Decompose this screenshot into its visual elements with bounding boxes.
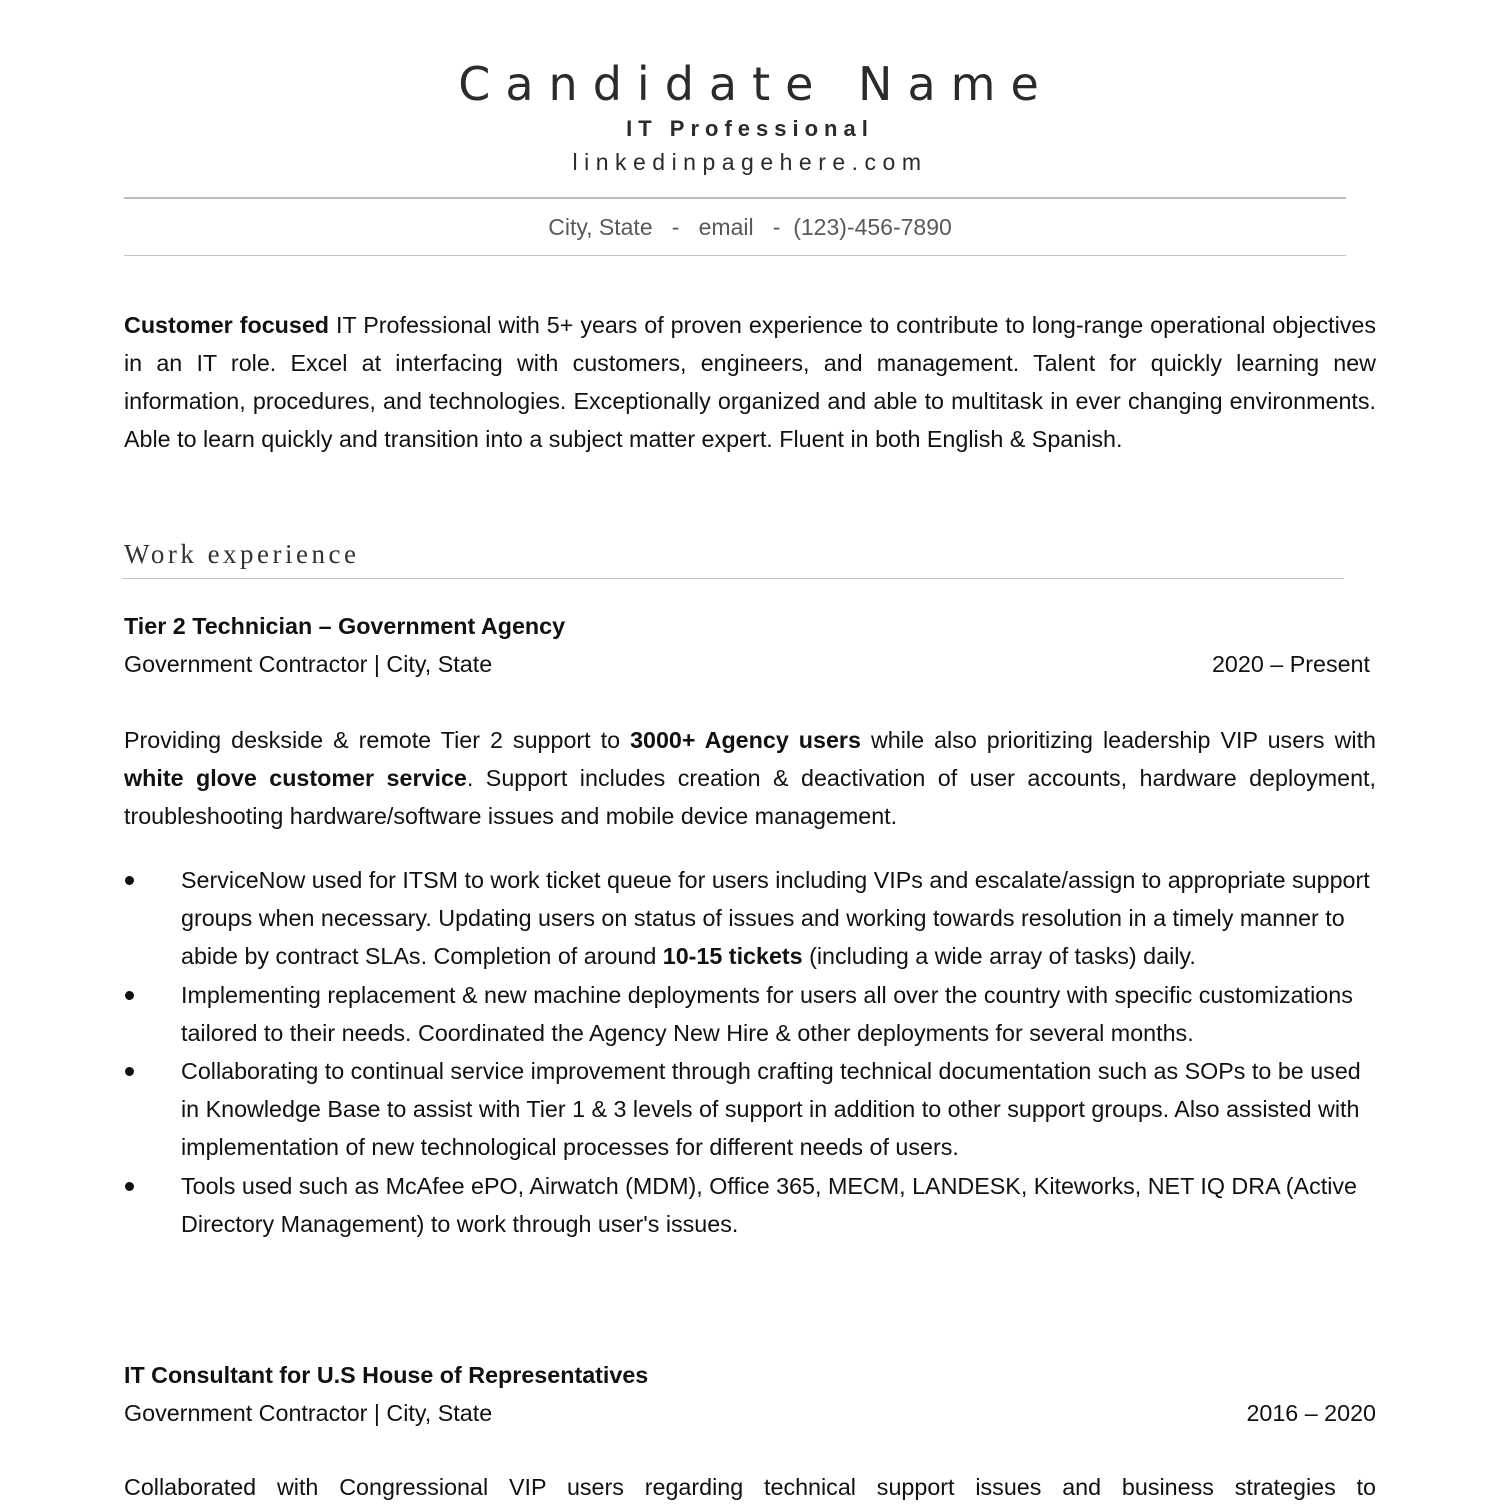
job-meta: Government Contractor | City, State 2016… (124, 1397, 1376, 1429)
job-dates: 2016 – 2020 (1246, 1400, 1376, 1426)
job-description-highlight: white glove customer service (124, 765, 467, 791)
section-heading-work-experience: Work experience (124, 539, 360, 569)
list-item: ServiceNow used for ITSM to work ticket … (124, 861, 1376, 976)
list-item: Collaborating to continual service impro… (124, 1052, 1376, 1167)
job-description: Collaborated with Congressional VIP user… (124, 1474, 1376, 1500)
job-employer: Government Contractor | City, State (124, 651, 493, 677)
contact-line: City, State - email - (123)-456-7890 (0, 211, 1500, 243)
header-divider-bottom (124, 255, 1346, 256)
bullet-text: (including a wide array of tasks) daily. (802, 943, 1196, 970)
summary-paragraph: Customer focused IT Professional with 5+… (124, 306, 1376, 458)
header-divider-top (124, 197, 1346, 199)
contact-phone: (123)-456-7890 (793, 214, 952, 240)
job-description-text: Providing deskside & remote Tier 2 suppo… (124, 727, 631, 753)
contact-separator: - (772, 214, 781, 240)
contact-email[interactable]: email (699, 214, 754, 240)
job-bullet-list: ServiceNow used for ITSM to work ticket … (124, 861, 1376, 1243)
job-description-highlight: 3000+ Agency users (630, 727, 861, 753)
bullet-highlight: 10-15 tickets (662, 943, 803, 970)
resume-page: Candidate Name IT Professional linkedinp… (0, 0, 1500, 1500)
bullet-icon (125, 990, 134, 1000)
bullet-icon (125, 1181, 134, 1191)
bullet-text: Collaborating to continual service impro… (181, 1058, 1361, 1161)
bullet-icon (125, 1067, 134, 1077)
list-item: Tools used such as McAfee ePO, Airwatch … (124, 1167, 1376, 1243)
job-title: IT Consultant for U.S House of Represent… (124, 1362, 649, 1388)
job-dates: 2020 – Present (1211, 651, 1370, 677)
job-meta: Government Contractor | City, State 2020… (124, 648, 1370, 680)
list-item: Implementing replacement & new machine d… (124, 976, 1376, 1052)
contact-separator: - (671, 214, 680, 240)
bullet-text: Implementing replacement & new machine d… (181, 981, 1353, 1046)
summary-lead: Customer focused (124, 312, 330, 338)
linkedin-link[interactable]: linkedinpagehere.com (0, 146, 1500, 178)
job-description-text: while also prioritizing leadership VIP u… (860, 727, 1377, 753)
job-description: Providing deskside & remote Tier 2 suppo… (124, 721, 1376, 835)
contact-city: City, State (548, 214, 653, 240)
bullet-icon (125, 876, 134, 885)
candidate-name: Candidate Name (458, 57, 1054, 111)
section-divider (122, 578, 1344, 579)
job-title: Tier 2 Technician – Government Agency (124, 613, 566, 639)
professional-title: IT Professional (626, 116, 874, 141)
bullet-text: Tools used such as McAfee ePO, Airwatch … (181, 1172, 1357, 1237)
job-employer: Government Contractor | City, State (124, 1400, 493, 1426)
